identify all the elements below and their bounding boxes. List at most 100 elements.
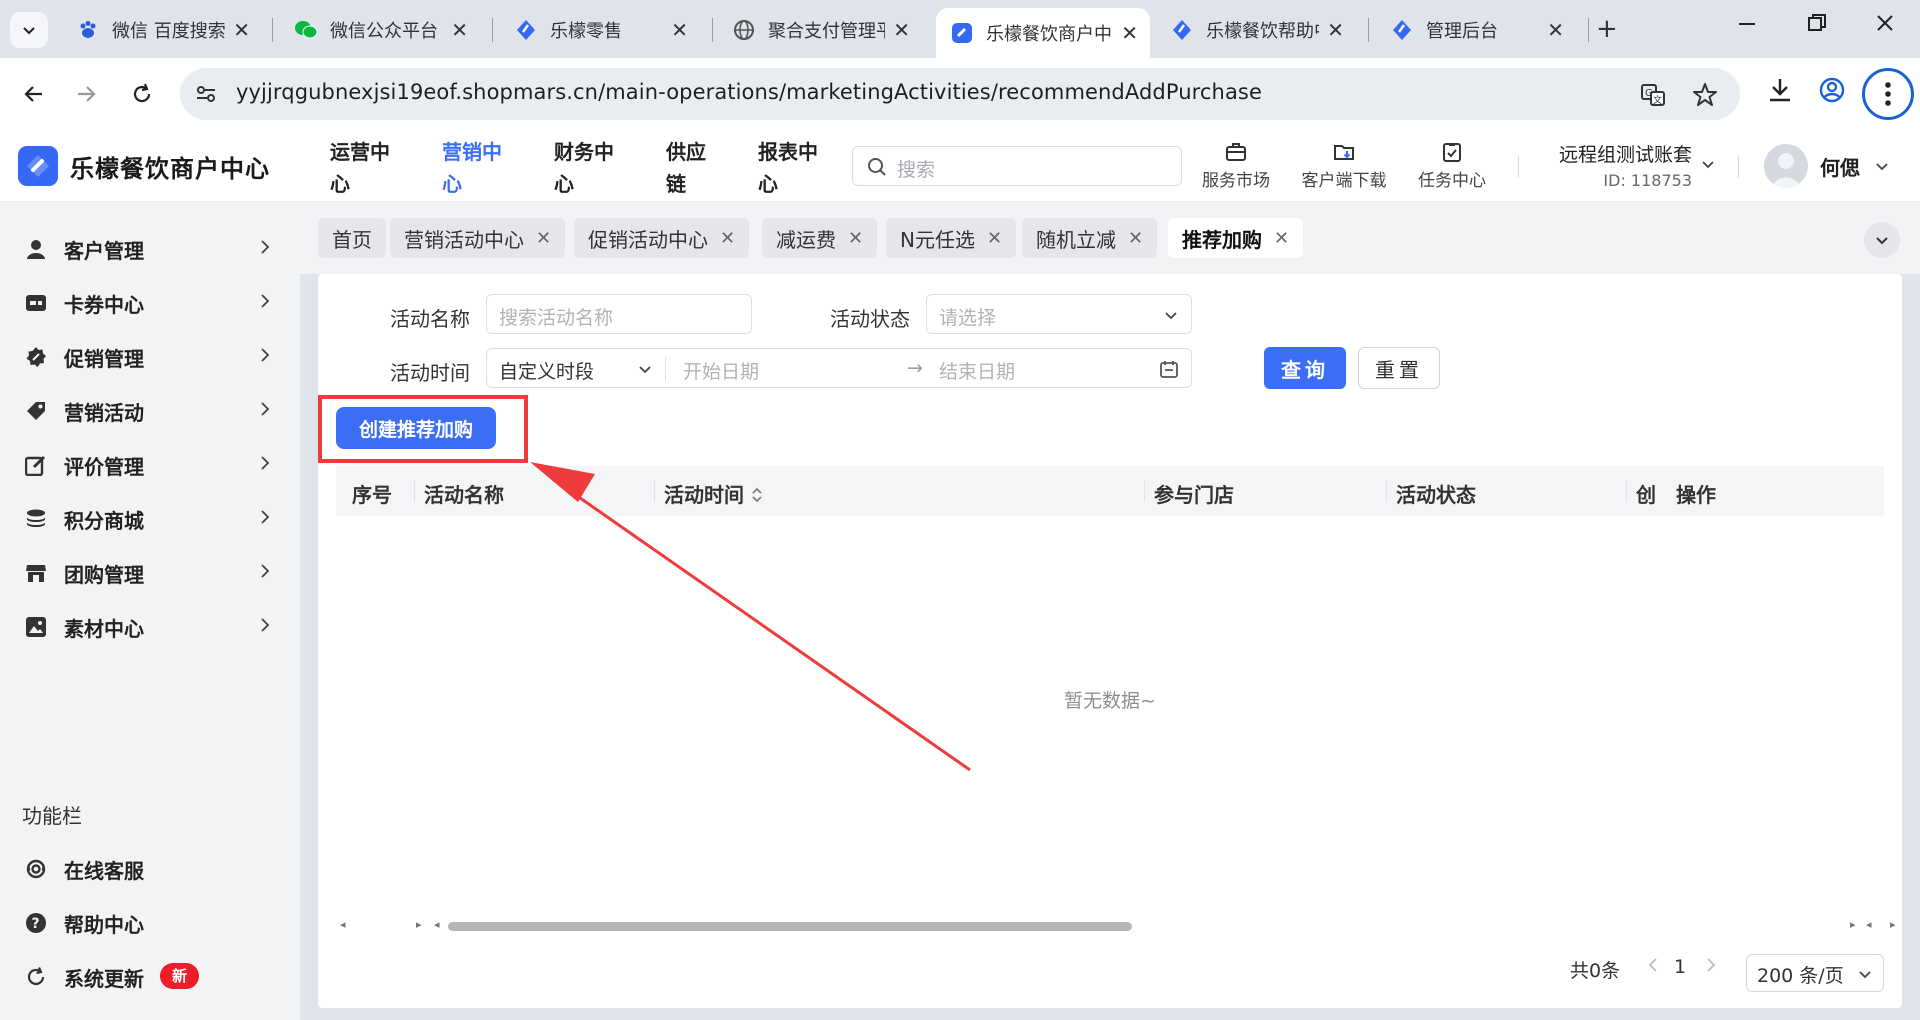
account-switcher[interactable]: 远程组测试账套 ID: 118753 bbox=[1548, 140, 1692, 190]
briefcase-icon bbox=[1226, 143, 1246, 161]
forward-button[interactable] bbox=[68, 76, 104, 112]
scrollbar-thumb[interactable] bbox=[448, 922, 1132, 931]
browser-tab-help-center[interactable]: 乐檬餐饮帮助中心 ✕ bbox=[1156, 10, 1356, 50]
translate-icon[interactable]: G文 bbox=[1640, 82, 1666, 112]
sidebar-item-group-buy[interactable]: 团购管理 bbox=[0, 546, 300, 600]
lemon-logo-icon bbox=[18, 146, 58, 186]
browser-menu-button[interactable] bbox=[1862, 68, 1914, 120]
page-size-select[interactable]: 200 条/页 bbox=[1746, 954, 1884, 992]
column-header-time[interactable]: 活动时间 bbox=[664, 479, 763, 508]
download-icon[interactable] bbox=[1766, 76, 1794, 108]
sort-icon[interactable] bbox=[751, 486, 763, 504]
tabs-more-button[interactable] bbox=[1864, 222, 1900, 258]
topnav-supply-chain[interactable]: 供应链 bbox=[666, 136, 744, 200]
back-button[interactable] bbox=[16, 76, 52, 112]
sidebar-item-label: 系统更新 bbox=[64, 966, 144, 991]
page-tab-promotion-center[interactable]: 促销活动中心 ✕ bbox=[574, 218, 750, 258]
page-tab-home[interactable]: 首页 bbox=[318, 218, 386, 258]
activity-name-label: 活动名称 bbox=[390, 307, 470, 331]
tab-search-button[interactable] bbox=[10, 12, 48, 48]
close-icon[interactable]: ✕ bbox=[536, 228, 551, 249]
sidebar: 客户管理 卡券中心 促销管理 营销活动 评价管理 积分商城 团购管理 素材中心 … bbox=[0, 202, 300, 1020]
browser-tab-payment[interactable]: 聚合支付管理平台 ✕ bbox=[718, 10, 922, 50]
query-button[interactable]: 查询 bbox=[1264, 347, 1346, 389]
time-mode-select[interactable]: 自定义时段 bbox=[499, 357, 594, 384]
bookmark-star-icon[interactable] bbox=[1692, 82, 1718, 112]
sidebar-item-points-mall[interactable]: 积分商城 bbox=[0, 492, 300, 546]
activity-time-range[interactable]: 自定义时段 开始日期 → 结束日期 bbox=[486, 348, 1192, 388]
scroll-left-icon[interactable]: ◂ bbox=[434, 918, 440, 931]
new-tab-button[interactable]: + bbox=[1596, 14, 1618, 44]
close-icon[interactable]: ✕ bbox=[1547, 18, 1564, 42]
close-icon[interactable]: ✕ bbox=[451, 18, 468, 42]
scroll-right-icon[interactable]: ▸ bbox=[1850, 918, 1856, 931]
end-date-input[interactable]: 结束日期 bbox=[939, 357, 1015, 384]
sidebar-item-promotions[interactable]: 促销管理 bbox=[0, 330, 300, 384]
close-icon[interactable]: ✕ bbox=[987, 228, 1002, 249]
chevron-down-icon[interactable] bbox=[1874, 158, 1890, 178]
next-page-icon[interactable] bbox=[1704, 956, 1718, 979]
topnav-finance[interactable]: 财务中心 bbox=[554, 136, 632, 200]
close-icon[interactable]: ✕ bbox=[893, 18, 910, 42]
address-bar[interactable]: yyjjrqgubnexjsi19eof.shopmars.cn/main-op… bbox=[180, 68, 1740, 120]
sidebar-item-coupons[interactable]: 卡券中心 bbox=[0, 276, 300, 330]
close-icon[interactable]: ✕ bbox=[671, 18, 688, 42]
topnav-operations[interactable]: 运营中心 bbox=[330, 136, 408, 200]
close-icon[interactable]: ✕ bbox=[720, 228, 735, 249]
chevron-down-icon[interactable] bbox=[1700, 156, 1716, 176]
scroll-left-icon[interactable]: ◂ bbox=[340, 918, 346, 931]
app-logo[interactable]: 乐檬餐饮商户中心 bbox=[18, 146, 270, 186]
sidebar-item-assets[interactable]: 素材中心 bbox=[0, 600, 300, 654]
scroll-right-icon[interactable]: ▸ bbox=[1890, 918, 1896, 931]
avatar[interactable] bbox=[1764, 144, 1808, 188]
page-tab-free-shipping[interactable]: 减运费 ✕ bbox=[762, 218, 878, 258]
sidebar-item-customers[interactable]: 客户管理 bbox=[0, 222, 300, 276]
close-icon[interactable]: ✕ bbox=[1274, 228, 1289, 249]
activity-status-select[interactable]: 请选择 bbox=[926, 294, 1192, 334]
header-search-input[interactable]: 搜索 bbox=[852, 146, 1182, 186]
page-tab-recommend-addon[interactable]: 推荐加购 ✕ bbox=[1168, 218, 1304, 258]
sidebar-item-reviews[interactable]: 评价管理 bbox=[0, 438, 300, 492]
close-window-icon[interactable] bbox=[1874, 12, 1896, 40]
current-page[interactable]: 1 bbox=[1674, 956, 1686, 978]
browser-tab-admin[interactable]: 管理后台 ✕ bbox=[1376, 10, 1576, 50]
browser-tab-baidu[interactable]: 微信 百度搜索 ✕ bbox=[62, 10, 262, 50]
sidebar-item-label: 在线客服 bbox=[64, 858, 144, 883]
start-date-input[interactable]: 开始日期 bbox=[683, 357, 759, 384]
reload-button[interactable] bbox=[124, 76, 160, 112]
scroll-right-icon[interactable]: ▸ bbox=[416, 918, 422, 931]
sidebar-item-label: 评价管理 bbox=[64, 454, 144, 479]
service-market-button[interactable]: 服务市场 bbox=[1198, 140, 1274, 191]
sidebar-item-help-center[interactable]: ? 帮助中心 bbox=[0, 896, 300, 950]
user-name[interactable]: 何偲 bbox=[1820, 152, 1860, 181]
site-settings-icon[interactable] bbox=[194, 82, 218, 110]
restore-icon[interactable] bbox=[1806, 12, 1828, 40]
browser-tab-lemon-retail[interactable]: 乐檬零售 ✕ bbox=[500, 10, 700, 50]
lemon-logo-icon bbox=[1390, 18, 1414, 42]
browser-tab-wechat-mp[interactable]: 微信公众平台 ✕ bbox=[280, 10, 480, 50]
client-download-button[interactable]: 客户端下载 bbox=[1296, 140, 1392, 191]
close-icon[interactable]: ✕ bbox=[1128, 228, 1143, 249]
close-icon[interactable]: ✕ bbox=[1121, 21, 1138, 45]
profile-icon[interactable] bbox=[1818, 76, 1846, 108]
activity-name-input[interactable]: 搜索活动名称 bbox=[486, 294, 752, 334]
browser-tab-merchant-center[interactable]: 乐檬餐饮商户中心 ✕ bbox=[936, 8, 1150, 58]
calendar-icon bbox=[1160, 361, 1178, 378]
scroll-left-icon[interactable]: ◂ bbox=[1866, 918, 1872, 931]
sidebar-item-online-service[interactable]: 在线客服 bbox=[0, 842, 300, 896]
task-center-button[interactable]: 任务中心 bbox=[1414, 140, 1490, 191]
page-tab-n-yuan-pick[interactable]: N元任选 ✕ bbox=[886, 218, 1017, 258]
page-tab-random-discount[interactable]: 随机立减 ✕ bbox=[1022, 218, 1158, 258]
reset-button[interactable]: 重置 bbox=[1358, 347, 1440, 389]
sidebar-item-marketing[interactable]: 营销活动 bbox=[0, 384, 300, 438]
close-icon[interactable]: ✕ bbox=[1327, 18, 1344, 42]
minimize-icon[interactable] bbox=[1736, 12, 1758, 40]
topnav-marketing[interactable]: 营销中心 bbox=[442, 136, 520, 200]
sidebar-item-system-update[interactable]: 系统更新 新 bbox=[0, 950, 300, 1004]
topnav-reports[interactable]: 报表中心 bbox=[758, 136, 836, 200]
prev-page-icon[interactable] bbox=[1646, 956, 1660, 979]
close-icon[interactable]: ✕ bbox=[848, 228, 863, 249]
page-tab-marketing-center[interactable]: 营销活动中心 ✕ bbox=[390, 218, 566, 258]
table-horizontal-scrollbar[interactable]: ◂ ▸ ◂ ▸ ◂ ▸ bbox=[336, 916, 1896, 936]
close-icon[interactable]: ✕ bbox=[233, 18, 250, 42]
